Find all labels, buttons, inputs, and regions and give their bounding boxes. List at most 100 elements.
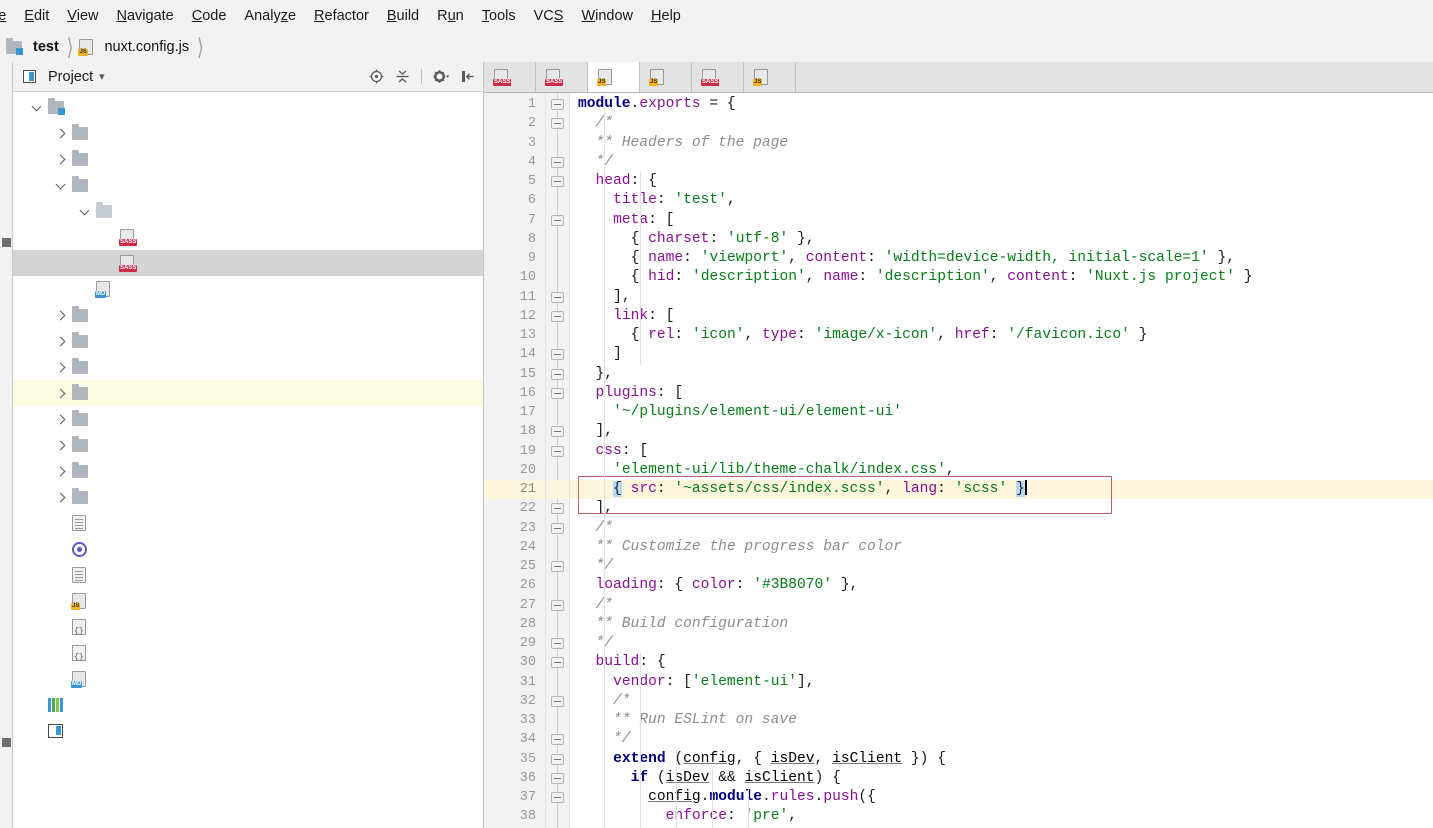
code-line[interactable]: link: [: [570, 307, 1433, 326]
chevron-right-icon[interactable]: [55, 465, 68, 478]
code-line[interactable]: { hid: 'description', name: 'description…: [570, 268, 1433, 287]
tree-row--editorconfig[interactable]: [13, 510, 483, 536]
tree-row-scratches-and-consoles[interactable]: [13, 718, 483, 744]
locate-icon[interactable]: [366, 67, 386, 87]
menu-item-edit[interactable]: Edit: [15, 5, 58, 27]
code-line[interactable]: extend (config, { isDev, isClient }) {: [570, 750, 1433, 769]
menu-item-vcs[interactable]: VCS: [525, 5, 573, 27]
tree-row-font-scss[interactable]: SASS: [13, 224, 483, 250]
fold-toggle-icon[interactable]: [551, 657, 564, 669]
menu-item-analyze[interactable]: Analyze: [235, 5, 305, 27]
editor-tab-element-variables-scss[interactable]: SASS: [692, 62, 744, 92]
fold-toggle-icon[interactable]: [551, 638, 564, 649]
fold-toggle-icon[interactable]: [551, 156, 564, 168]
code-line-current[interactable]: { src: '~assets/css/index.scss', lang: '…: [570, 480, 1433, 500]
editor-tab-element-ui-js[interactable]: JS: [640, 62, 692, 92]
code-line[interactable]: vendor: ['element-ui'],: [570, 673, 1433, 692]
fold-toggle-icon[interactable]: [551, 176, 564, 187]
fold-toggle-icon[interactable]: [551, 426, 564, 438]
code-line[interactable]: ** Customize the progress bar color: [570, 538, 1433, 557]
chevron-right-icon[interactable]: [55, 335, 68, 348]
menu-item-help[interactable]: Help: [642, 5, 690, 27]
editor-tab-bar[interactable]: SASS SASS JS JS SASS JS: [484, 62, 1433, 93]
menu-item-navigate[interactable]: Navigate: [107, 5, 182, 27]
code-line[interactable]: enforce: 'pre',: [570, 807, 1433, 826]
editor-tab-font-scss[interactable]: SASS: [536, 62, 588, 92]
code-line[interactable]: if (isDev && isClient) {: [570, 769, 1433, 788]
tree-row-readme-md[interactable]: MD: [13, 666, 483, 692]
code-line[interactable]: /*: [570, 519, 1433, 538]
tree-row-assets[interactable]: [13, 172, 483, 198]
code-line[interactable]: */: [570, 557, 1433, 576]
chevron-right-icon[interactable]: [55, 439, 68, 452]
fold-gutter[interactable]: [546, 93, 570, 828]
code-line[interactable]: /*: [570, 114, 1433, 133]
menu-item-view[interactable]: View: [58, 5, 107, 27]
tree-row-static[interactable]: [13, 458, 483, 484]
code-line[interactable]: ** Build configuration: [570, 615, 1433, 634]
menu-item-code[interactable]: Code: [183, 5, 236, 27]
code-line[interactable]: */: [570, 153, 1433, 172]
fold-toggle-icon[interactable]: [551, 310, 564, 322]
chevron-down-icon[interactable]: [55, 179, 68, 192]
chevron-right-icon[interactable]: [55, 413, 68, 426]
code-line[interactable]: meta: [: [570, 211, 1433, 230]
fold-toggle-icon[interactable]: [551, 599, 564, 611]
chevron-down-icon[interactable]: [79, 205, 92, 218]
tree-row-node-modules[interactable]: [13, 380, 483, 406]
fold-toggle-icon[interactable]: [551, 445, 564, 457]
breadcrumb-item-file[interactable]: JS nuxt.config.js: [77, 39, 191, 56]
code-line[interactable]: /*: [570, 596, 1433, 615]
tree-row-test[interactable]: [13, 94, 483, 120]
tree-row--gitignore[interactable]: [13, 562, 483, 588]
code-line[interactable]: module.exports = {: [570, 95, 1433, 114]
menu-item-file[interactable]: le: [0, 5, 15, 27]
tree-row-index-scss[interactable]: SASS: [13, 250, 483, 276]
menu-item-tools[interactable]: Tools: [473, 5, 525, 27]
fold-toggle-icon[interactable]: [551, 118, 564, 130]
tree-row-plugins[interactable]: [13, 432, 483, 458]
fold-toggle-icon[interactable]: [551, 99, 564, 110]
code-text-area[interactable]: module.exports = { /* ** Headers of the …: [570, 93, 1433, 828]
fold-toggle-icon[interactable]: [551, 772, 564, 784]
settings-gear-icon[interactable]: [431, 67, 451, 87]
tree-row-readme-md[interactable]: MD: [13, 276, 483, 302]
code-line[interactable]: ],: [570, 422, 1433, 441]
editor-tab-nuxt-config-js[interactable]: JS: [588, 62, 640, 92]
fold-toggle-icon[interactable]: [551, 387, 564, 399]
collapse-all-icon[interactable]: [392, 67, 412, 87]
fold-toggle-icon[interactable]: [551, 503, 564, 515]
menu-item-run[interactable]: Run: [428, 5, 473, 27]
code-line[interactable]: css: [: [570, 442, 1433, 461]
tree-row-store[interactable]: [13, 484, 483, 510]
fold-toggle-icon[interactable]: [551, 368, 564, 380]
fold-toggle-icon[interactable]: [551, 753, 564, 765]
code-line[interactable]: { name: 'viewport', content: 'width=devi…: [570, 249, 1433, 268]
code-line[interactable]: { charset: 'utf-8' },: [570, 230, 1433, 249]
tree-row--nuxt[interactable]: [13, 146, 483, 172]
code-line[interactable]: head: {: [570, 172, 1433, 191]
menu-item-build[interactable]: Build: [378, 5, 428, 27]
menu-item-refactor[interactable]: Refactor: [305, 5, 378, 27]
fold-toggle-icon[interactable]: [551, 214, 564, 226]
hide-panel-icon[interactable]: [457, 67, 477, 87]
tree-row--idea[interactable]: [13, 120, 483, 146]
code-line[interactable]: },: [570, 365, 1433, 384]
editor-tab-abc-js[interactable]: JS: [744, 62, 796, 92]
code-line[interactable]: loading: { color: '#3B8070' },: [570, 576, 1433, 595]
code-line[interactable]: build: {: [570, 653, 1433, 672]
editor-tab-index-scss[interactable]: SASS: [484, 62, 536, 92]
tree-row-package-lock-json[interactable]: [13, 640, 483, 666]
chevron-down-icon[interactable]: ▾: [99, 70, 105, 83]
tree-row-middleware[interactable]: [13, 354, 483, 380]
chevron-right-icon[interactable]: [55, 127, 68, 140]
fold-toggle-icon[interactable]: [551, 291, 564, 303]
code-line[interactable]: */: [570, 730, 1433, 749]
chevron-right-icon[interactable]: [55, 387, 68, 400]
chevron-right-icon[interactable]: [55, 491, 68, 504]
tree-row-components[interactable]: [13, 302, 483, 328]
code-line[interactable]: ],: [570, 288, 1433, 307]
chevron-right-icon[interactable]: [55, 309, 68, 322]
code-editor[interactable]: 1 2 3 4 5 6 7 8 9 10 11 12 13 14 15 16 17 18 19 20 21 22 23 24 2…: [484, 93, 1433, 828]
code-line[interactable]: config.module.rules.push({: [570, 788, 1433, 807]
